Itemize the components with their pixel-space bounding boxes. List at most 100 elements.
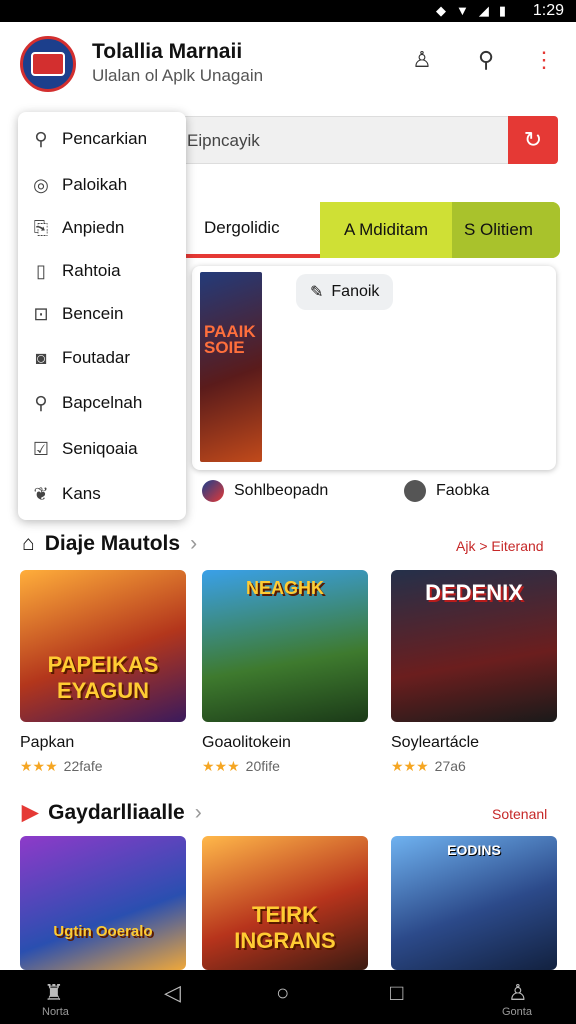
stars-icon: ★★★	[20, 758, 58, 774]
game-thumb-title: TEIRK INGRANS	[234, 902, 336, 953]
battery-icon: ▮	[498, 3, 506, 18]
game-card[interactable]: TEIRK INGRANS	[202, 836, 368, 970]
menu-item-kans[interactable]: ❦ Kans	[18, 474, 186, 514]
tab-bar: Dergolidic A Mdiditam S Olitiem	[186, 202, 560, 258]
home-icon[interactable]: ○	[276, 980, 289, 1006]
featured-cover-title: PAAIK SOIE	[204, 322, 256, 357]
game-thumb: Ugtin Ooeralo	[20, 836, 186, 970]
game-thumb: DEDENIX	[391, 570, 557, 722]
menu-item-anpiedn[interactable]: ⎘ Anpiedn	[18, 208, 186, 248]
featured-link-1-label: Sohlbeopadn	[234, 482, 329, 499]
menu-item-bencein[interactable]: ⊡ Bencein	[18, 294, 186, 334]
bottom-nav: ♜ Norta ◁ ○ □ ♙ Gonta	[0, 970, 576, 1024]
circle-icon: ◎	[33, 174, 49, 195]
game-card[interactable]: PAPEIKAS EYAGUN Papkan ★★★ 22fafe	[20, 570, 186, 775]
game-rating: ★★★ 22fafe	[20, 758, 186, 775]
status-bar: ◆ ▼ ◢ ▮ 1:29	[0, 0, 576, 22]
home-icon: ⌂	[22, 532, 35, 555]
game-rating-value: 27a6	[434, 758, 466, 774]
check-icon: ☑	[32, 438, 50, 459]
game-thumb: TEIRK INGRANS	[202, 836, 368, 970]
search-button[interactable]: ↻	[508, 116, 558, 164]
menu-item-seniqoaia[interactable]: ☑ Seniqoaia	[18, 429, 186, 469]
section1-title-text: Diaje Mautols	[44, 532, 181, 555]
recents-icon[interactable]: □	[390, 980, 403, 1006]
stars-icon: ★★★	[202, 758, 240, 774]
magnifier-icon: ⚲	[34, 392, 48, 413]
featured-badge[interactable]: ✎ Fanoik	[296, 274, 394, 310]
app-title: Tolallia Marnaii	[92, 40, 243, 63]
location-icon: ◆	[435, 3, 446, 18]
page-icon: ▯	[36, 260, 46, 281]
game-card[interactable]: NEAGHK Goaolitokein ★★★ 20fife	[202, 570, 368, 775]
section2-title[interactable]: ▶ Gaydarlliaalle ›	[22, 800, 202, 825]
menu-item-label: Kans	[62, 484, 101, 503]
home-nav-icon[interactable]: ♜	[44, 980, 64, 1006]
game-card[interactable]: DEDENIX Soyleartácle ★★★ 27a6	[391, 570, 557, 775]
disc-icon: ◙	[35, 347, 47, 368]
leaf-icon: ❦	[33, 483, 49, 504]
nav-left-label[interactable]: Norta	[42, 1006, 69, 1018]
status-icons: ◆ ▼ ◢ ▮	[436, 3, 506, 19]
signal-icon: ◢	[478, 3, 489, 18]
more-icon[interactable]: ⋮	[526, 42, 562, 78]
menu-item-label: Paloikah	[62, 175, 128, 194]
menu-item-bapcelnah[interactable]: ⚲ Bapcelnah	[18, 383, 186, 423]
dropdown-menu: ⚲ Pencarkian ◎ Paloikah ⎘ Anpiedn ▯ Rahtoia …	[18, 112, 186, 520]
profile-nav-icon[interactable]: ♙	[508, 980, 528, 1006]
menu-item-label: Rahtoia	[62, 261, 121, 280]
game-thumb-title: PAPEIKAS EYAGUN	[47, 652, 159, 703]
menu-item-label: Foutadar	[62, 348, 131, 367]
featured-cover[interactable]: PAAIK SOIE	[200, 272, 262, 462]
tool-icon: ✎	[310, 284, 324, 301]
menu-item-pencarkian[interactable]: ⚲ Pencarkian	[18, 120, 186, 158]
game-thumb-title: EODINS	[447, 842, 501, 858]
menu-item-rahtoia[interactable]: ▯ Rahtoia	[18, 251, 186, 291]
game-thumb-title: NEAGHK	[245, 578, 324, 598]
search-input[interactable]: Eipncayik	[170, 116, 510, 164]
game-rating-value: 22fafe	[63, 758, 103, 774]
app-dot-icon	[202, 480, 224, 502]
app-header: Tolallia Marnaii Ulalan ol Aplk Unagain …	[0, 22, 576, 108]
section1-title[interactable]: ⌂ Diaje Mautols ›	[22, 532, 197, 556]
section2-link[interactable]: Sotenanl	[492, 806, 547, 822]
game-card[interactable]: Ugtin Ooeralo	[20, 836, 186, 970]
featured-card[interactable]: PAAIK SOIE ✎ Fanoik	[192, 266, 556, 470]
tab-dergolidic[interactable]: Dergolidic	[186, 202, 320, 258]
refresh-icon: ↻	[523, 127, 543, 152]
chevron-right-icon: ›	[194, 800, 202, 824]
game-rating: ★★★ 20fife	[202, 758, 368, 775]
game-thumb: PAPEIKAS EYAGUN	[20, 570, 186, 722]
game-thumb-title: DEDENIX	[425, 580, 523, 605]
game-card[interactable]: EODINS	[391, 836, 557, 970]
menu-item-label: Seniqoaia	[62, 439, 138, 458]
menu-item-paloikah[interactable]: ◎ Paloikah	[18, 165, 186, 205]
game-title: Papkan	[20, 734, 75, 751]
game-title: Soyleartácle	[391, 734, 480, 751]
app-subtitle: Ulalan ol Aplk Unagain	[92, 66, 264, 85]
tab-mdiditam[interactable]: A Mdiditam	[326, 202, 428, 258]
menu-item-foutadar[interactable]: ◙ Foutadar	[18, 338, 186, 378]
stars-icon: ★★★	[391, 758, 429, 774]
profile-icon[interactable]: ♙	[404, 42, 440, 78]
chevron-right-icon: ›	[190, 532, 198, 555]
section1-link[interactable]: Ajk > Eiterand	[456, 538, 544, 554]
nav-right-label[interactable]: Gonta	[502, 1006, 532, 1018]
game-thumb-title: Ugtin Ooeralo	[53, 923, 153, 940]
menu-item-label: Bapcelnah	[62, 393, 143, 412]
tab-olitiem[interactable]: S Olitiem	[452, 202, 560, 258]
menu-item-label: Anpiedn	[62, 218, 125, 237]
play-icon: ▶	[22, 801, 39, 824]
back-icon[interactable]: ◁	[164, 980, 181, 1006]
search-icon: ⚲	[34, 128, 48, 149]
game-thumb: EODINS	[391, 836, 557, 970]
featured-link-2[interactable]: Faobka	[404, 480, 489, 502]
game-title: Goaolitokein	[202, 734, 291, 751]
file-icon: ⊡	[33, 303, 49, 324]
section2-title-text: Gaydarlliaalle	[48, 800, 185, 824]
featured-link-1[interactable]: Sohlbeopadn	[202, 480, 328, 502]
game-rating: ★★★ 27a6	[391, 758, 557, 775]
app-logo[interactable]	[20, 36, 76, 92]
search-icon[interactable]: ⚲	[468, 42, 504, 78]
menu-item-label: Bencein	[62, 304, 124, 323]
